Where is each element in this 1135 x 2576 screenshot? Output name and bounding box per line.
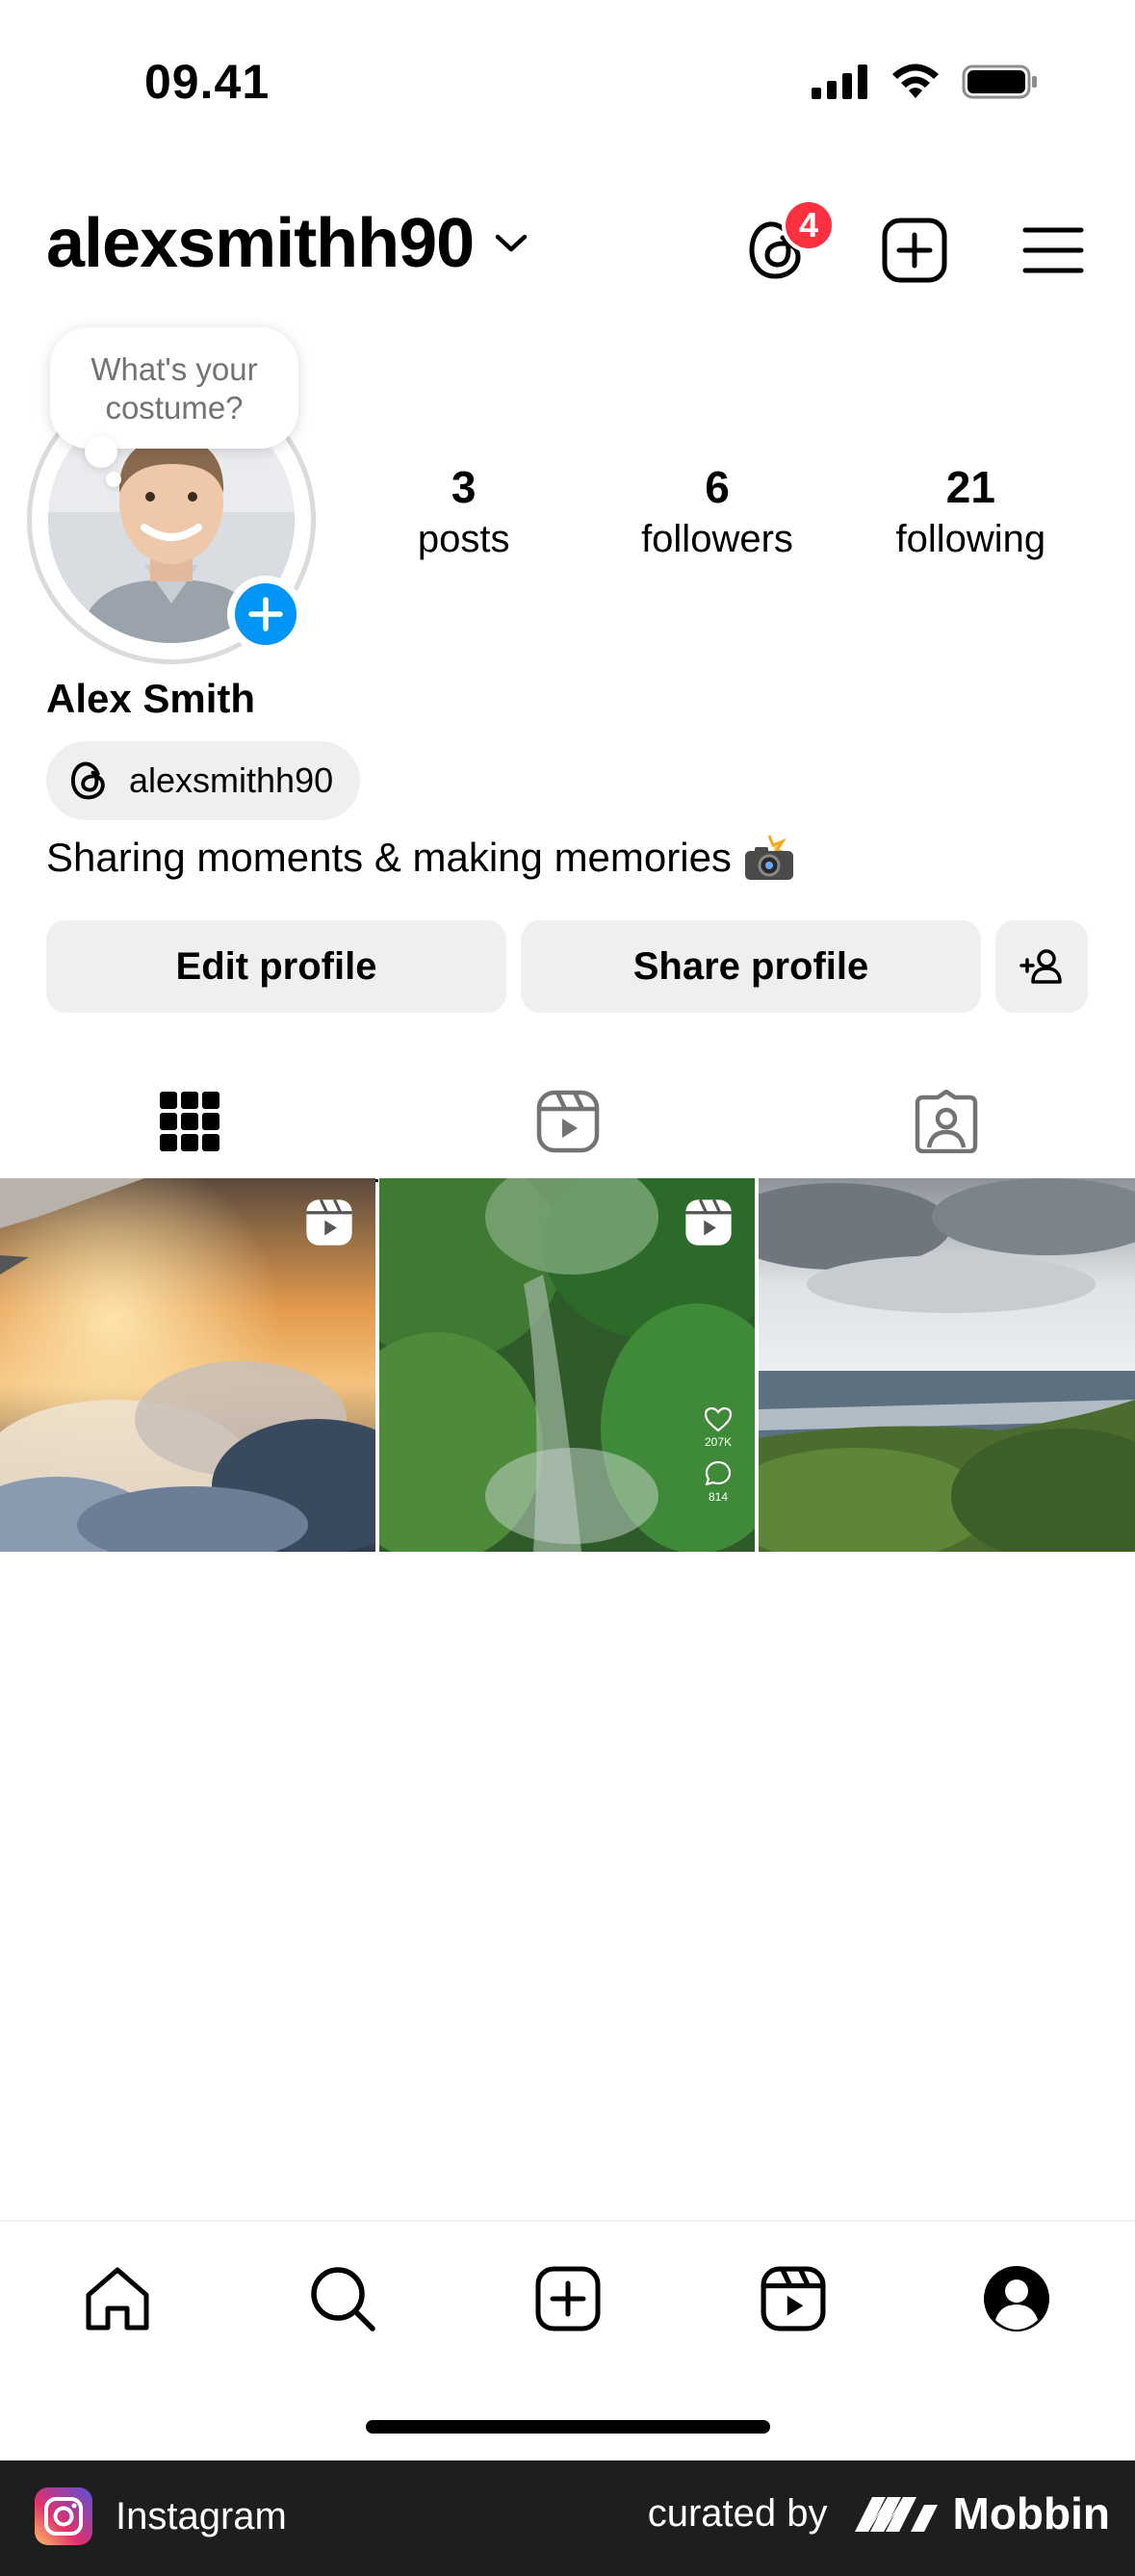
attribution-footer: Instagram curated by Mobbin [0,2460,1135,2576]
nav-profile[interactable] [978,2260,1055,2337]
search-icon [311,2267,375,2331]
username-label: alexsmithh90 [46,205,475,282]
heart-icon [704,1406,733,1432]
comments-count: 814 [708,1490,729,1504]
home-icon [86,2267,149,2331]
tagged-icon [915,1090,977,1153]
mobbin-logo-icon [854,2497,938,2532]
edit-profile-button[interactable]: Edit profile [46,920,506,1013]
posts-grid: 207K 814 [0,1178,1135,1552]
signal-icon [812,64,867,99]
stat-value: 21 [945,462,995,512]
grid-icon [159,1092,219,1151]
post-thumbnail[interactable]: 207K 814 [379,1178,755,1552]
nav-create[interactable] [529,2260,606,2337]
status-bar: 09.41 [0,0,1135,164]
likes-count: 207K [704,1435,733,1449]
note-text: What's your costume? [90,351,258,425]
tab-tagged[interactable] [757,1069,1135,1174]
tab-reels[interactable] [378,1069,757,1174]
curated-by-label: curated by [647,2491,828,2535]
status-icons [812,64,1039,100]
profile-icon [984,2266,1049,2331]
hamburger-menu-icon [1022,227,1084,273]
camera-flash-icon [744,835,793,880]
post-thumbnail[interactable] [0,1178,375,1552]
threads-handle: alexsmithh90 [129,760,334,800]
bio-text: Sharing moments & making memories [46,835,732,880]
reels-icon [306,1198,352,1246]
tab-grid[interactable] [0,1069,378,1182]
note-bubble-tail-small [106,472,121,487]
home-indicator [366,2420,770,2434]
footer-app-name: Instagram [116,2494,287,2537]
threads-button[interactable]: 4 [737,198,836,289]
share-profile-button[interactable]: Share profile [521,920,981,1013]
battery-icon [962,64,1037,99]
bio: Sharing moments & making memories [46,834,797,882]
plus-icon [248,597,283,631]
stat-label: followers [641,518,793,560]
notification-badge: 4 [782,198,836,252]
mobbin-label: Mobbin [952,2488,1111,2538]
reels-icon [761,2266,826,2331]
reels-icon [536,1090,599,1153]
footer-app: Instagram [35,2487,287,2545]
stat-following[interactable]: 21 following [844,460,1097,564]
reels-icon [685,1198,732,1246]
add-person-icon [1019,949,1062,984]
create-button[interactable] [876,212,953,289]
add-story-button[interactable] [227,576,304,653]
menu-button[interactable] [1015,212,1092,289]
stat-value: 3 [451,462,477,512]
stat-value: 6 [705,462,730,512]
threads-profile-link[interactable]: alexsmithh90 [46,741,361,820]
account-switcher[interactable]: alexsmithh90 [46,204,528,283]
bottom-nav [0,2220,1135,2364]
threads-icon [70,761,105,800]
comment-icon [705,1460,732,1486]
instagram-logo-icon [35,2487,92,2545]
reel-overlay-stats: 207K 814 [695,1406,741,1504]
profile-tabs [0,1069,1135,1182]
chevron-down-icon [495,234,528,252]
nav-reels[interactable] [755,2260,832,2337]
create-icon [535,2266,601,2331]
stat-label: following [895,518,1046,560]
reel-indicator [304,1198,354,1252]
reel-indicator [684,1198,734,1252]
wifi-icon [892,64,939,98]
full-name: Alex Smith [46,676,256,721]
post-thumbnail[interactable] [759,1178,1135,1552]
discover-people-button[interactable] [995,920,1088,1013]
profile-stats: 3 posts 6 followers 21 following [337,460,1097,564]
note-bubble[interactable]: What's your costume? [50,327,298,449]
stat-label: posts [417,518,510,560]
stat-posts[interactable]: 3 posts [337,460,590,564]
nav-search[interactable] [304,2260,381,2337]
note-bubble-tail [85,435,117,468]
nav-home[interactable] [79,2260,156,2337]
mobbin-brand: Mobbin [853,2487,1111,2539]
stat-followers[interactable]: 6 followers [590,460,843,564]
footer-credit: curated by Mobbin [648,2487,1110,2539]
create-icon [882,218,947,283]
profile-header: alexsmithh90 4 [0,193,1135,298]
status-time: 09.41 [144,55,271,109]
coastline-image [759,1178,1135,1552]
